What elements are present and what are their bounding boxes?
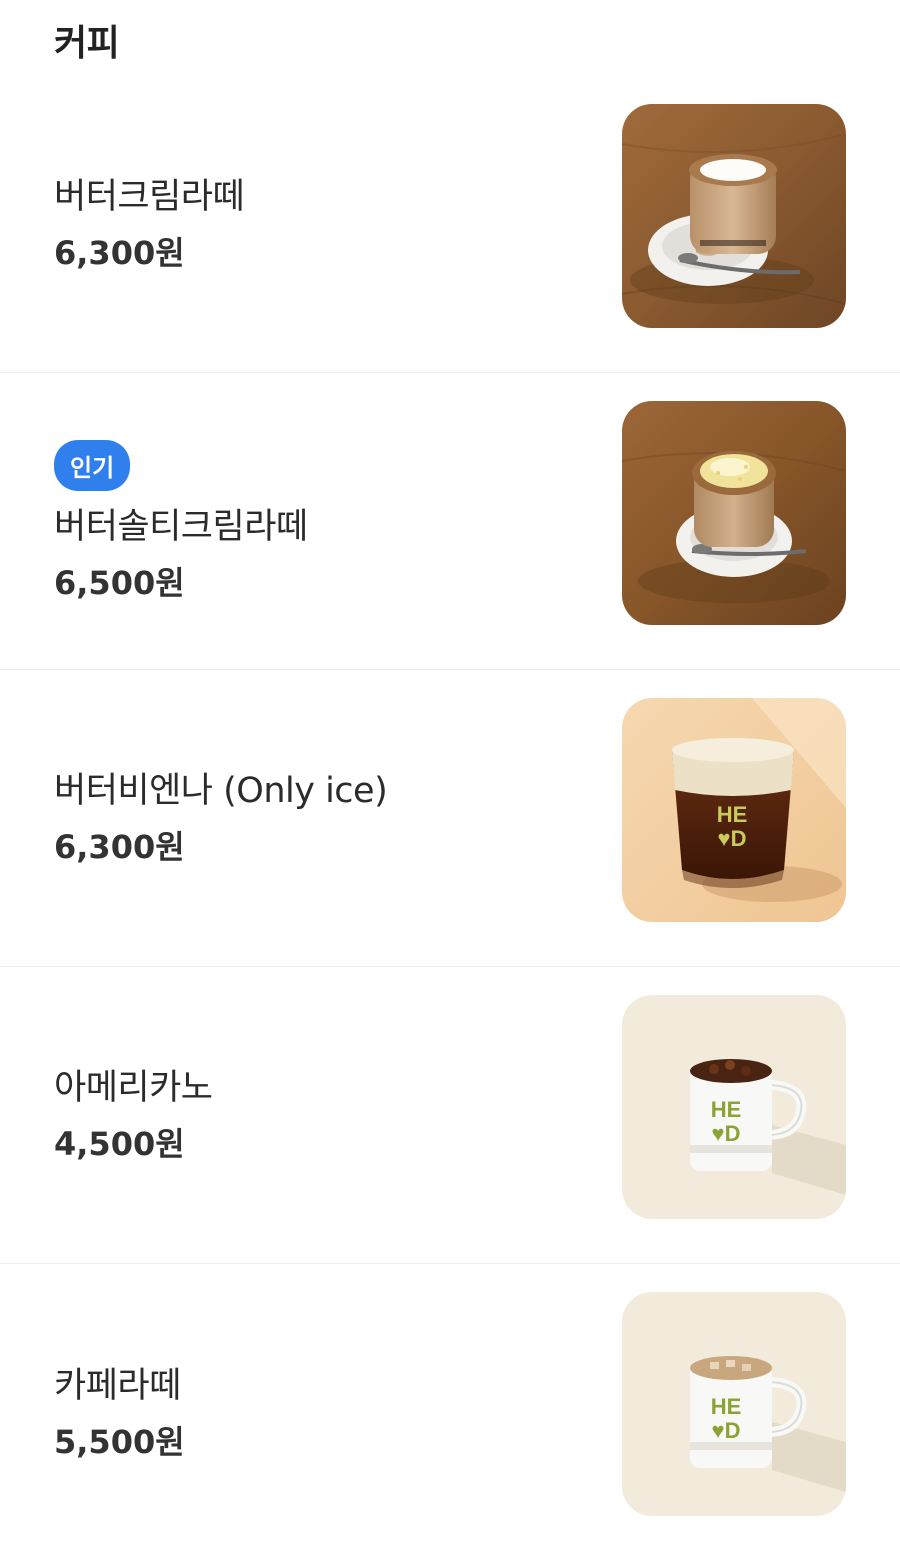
- butter-salty-cream-latte-photo[interactable]: [622, 401, 846, 625]
- menu-item-name: 아메리카노: [54, 1068, 213, 1108]
- butter-cream-latte-photo[interactable]: [622, 104, 846, 328]
- cup-logo-line2: ♥D: [712, 1121, 741, 1146]
- menu-item-text: 카페라떼 5,500원: [54, 1264, 185, 1561]
- menu-item-price: 6,300원: [54, 234, 185, 272]
- menu-item-price: 4,500원: [54, 1125, 185, 1163]
- menu-item-name: 버터솔티크림라떼: [54, 506, 308, 547]
- menu-item-americano[interactable]: 아메리카노 4,500원 HE ♥D: [0, 967, 900, 1264]
- menu-item-price: 6,300원: [54, 828, 185, 866]
- popular-badge: 인기: [54, 439, 131, 491]
- butter-vienna-photo[interactable]: HE ♥D: [622, 698, 846, 922]
- menu-list: 버터크림라떼 6,300원 인기 버터솔티크림라떼 6,500원 버터비엔나 (…: [0, 76, 900, 1561]
- menu-item-name: 버터비엔나 (Only ice): [54, 771, 388, 811]
- menu-item-price: 6,500원: [54, 563, 185, 602]
- cup-logo-line1: HE: [711, 1097, 742, 1122]
- cup-logo-line2: ♥D: [718, 826, 747, 851]
- menu-item-butter-cream-latte[interactable]: 버터크림라떼 6,300원: [0, 76, 900, 373]
- menu-item-text: 버터비엔나 (Only ice) 6,300원: [54, 670, 388, 966]
- menu-item-text: 버터크림라떼 6,300원: [54, 76, 245, 372]
- menu-item-cafe-latte[interactable]: 카페라떼 5,500원 HE ♥D: [0, 1264, 900, 1561]
- menu-item-price: 5,500원: [54, 1422, 185, 1461]
- cup-logo-line1: HE: [711, 1394, 742, 1419]
- menu-item-butter-salty-cream-latte[interactable]: 인기 버터솔티크림라떼 6,500원: [0, 373, 900, 670]
- section-title: 커피: [54, 23, 120, 64]
- menu-item-name: 버터크림라떼: [54, 177, 245, 217]
- menu-item-butter-vienna[interactable]: 버터비엔나 (Only ice) 6,300원 HE ♥D: [0, 670, 900, 967]
- cup-logo-line1: HE: [717, 802, 748, 827]
- menu-item-name: 카페라떼: [54, 1365, 181, 1406]
- cup-logo-line2: ♥D: [712, 1418, 741, 1443]
- menu-item-text: 인기 버터솔티크림라떼 6,500원: [54, 373, 308, 669]
- cafe-latte-photo[interactable]: HE ♥D: [622, 1292, 846, 1516]
- americano-photo[interactable]: HE ♥D: [622, 995, 846, 1219]
- menu-item-text: 아메리카노 4,500원: [54, 967, 213, 1263]
